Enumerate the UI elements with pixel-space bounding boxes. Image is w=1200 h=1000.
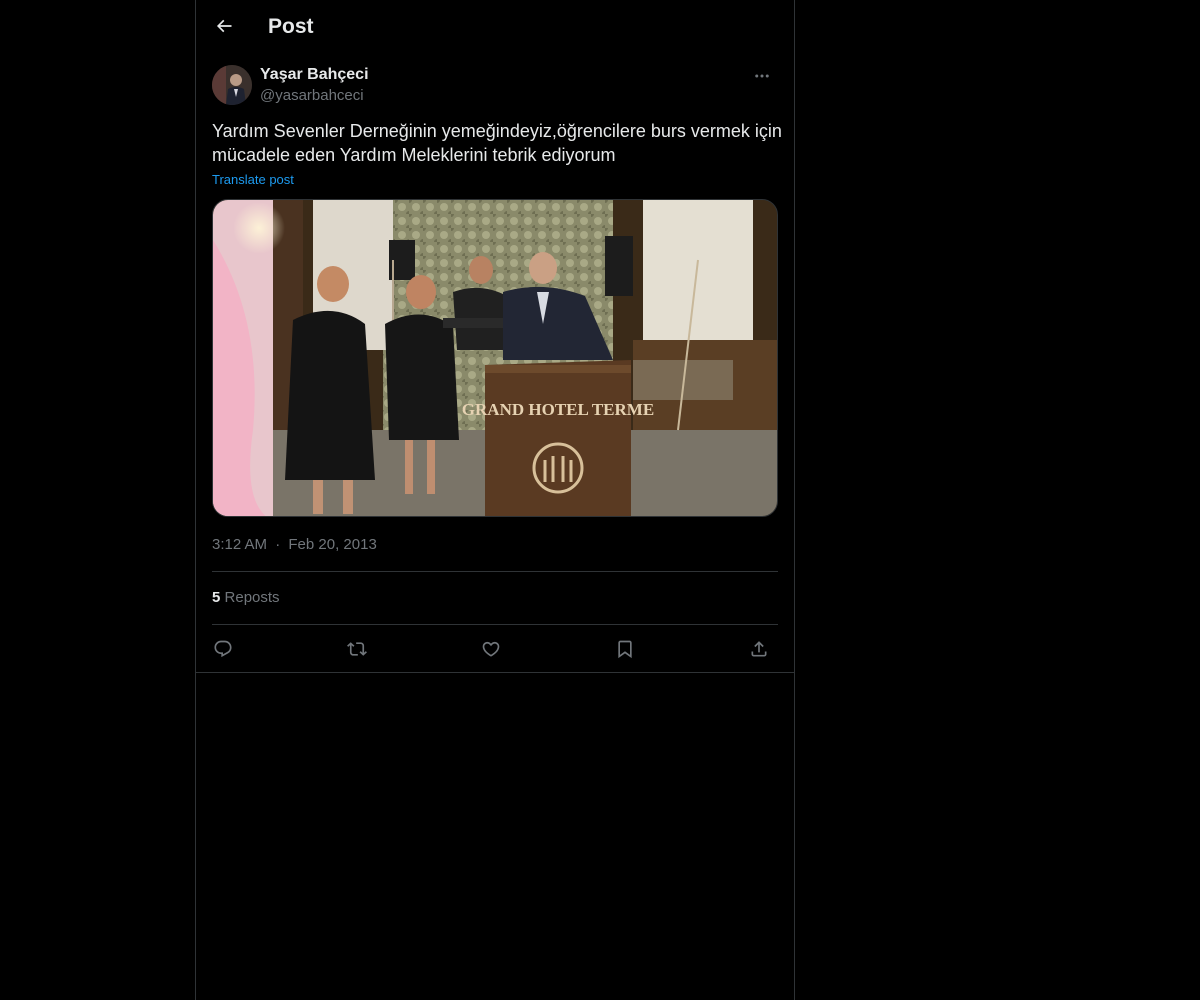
post-bottom-border (196, 672, 794, 673)
share-button[interactable] (742, 632, 776, 666)
translate-post-link[interactable]: Translate post (212, 171, 294, 188)
repost-button[interactable] (340, 632, 374, 666)
podium-sign: GRAND HOTEL TERME (462, 400, 654, 419)
avatar[interactable] (212, 65, 252, 105)
like-icon (482, 641, 500, 657)
author-row: Yaşar Bahçeci @yasarbahceci (212, 64, 778, 108)
back-button[interactable] (208, 10, 240, 42)
post-date[interactable]: Feb 20, 2013 (288, 536, 376, 553)
post-actions (212, 632, 778, 666)
page-title: Post (268, 15, 314, 38)
author-display-name[interactable]: Yaşar Bahçeci (260, 65, 369, 85)
more-dots-icon (755, 74, 769, 78)
bookmark-button[interactable] (608, 632, 642, 666)
repost-icon (347, 642, 367, 656)
reposts-label: Reposts (224, 589, 280, 606)
reply-icon (214, 640, 232, 658)
post-time[interactable]: 3:12 AM (212, 536, 267, 553)
divider (212, 571, 778, 572)
reposts-count: 5 (212, 589, 221, 606)
post-photo[interactable]: GRAND HOTEL TERME (212, 199, 778, 517)
reposts-stat[interactable]: 5 Reposts (212, 588, 280, 608)
post-header: Post (196, 0, 794, 54)
share-icon (751, 641, 767, 657)
bookmark-icon (618, 640, 632, 659)
more-options-button[interactable] (746, 64, 778, 88)
photo-scene: GRAND HOTEL TERME (213, 200, 777, 516)
divider (212, 624, 778, 625)
timestamp-separator: · (275, 536, 281, 553)
like-button[interactable] (474, 632, 508, 666)
back-arrow-icon (216, 19, 232, 33)
post-timestamp: 3:12 AM · Feb 20, 2013 (212, 535, 377, 555)
author-handle[interactable]: @yasarbahceci (260, 86, 364, 106)
avatar-photo (212, 65, 252, 105)
post-text: Yardım Sevenler Derneğinin yemeğindeyiz,… (212, 121, 782, 165)
reply-button[interactable] (206, 632, 240, 666)
main-column: Post Yaşar Bahçeci @yasarbahceci Yardım … (195, 0, 795, 1000)
